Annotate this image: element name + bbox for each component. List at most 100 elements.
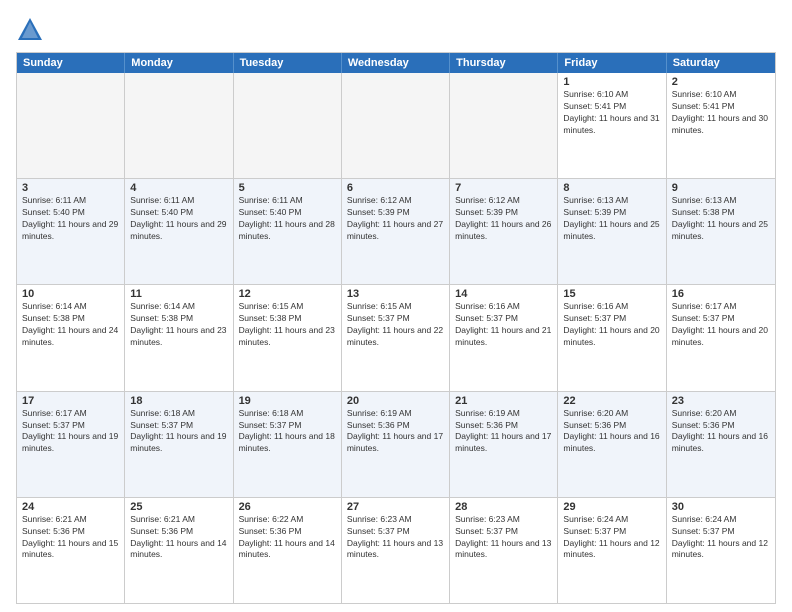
day-info: Sunrise: 6:19 AMSunset: 5:36 PMDaylight:… xyxy=(347,408,444,456)
day-cell-30: 30Sunrise: 6:24 AMSunset: 5:37 PMDayligh… xyxy=(667,498,775,603)
day-info: Sunrise: 6:13 AMSunset: 5:38 PMDaylight:… xyxy=(672,195,770,243)
day-number: 2 xyxy=(672,76,770,88)
day-info: Sunrise: 6:10 AMSunset: 5:41 PMDaylight:… xyxy=(672,89,770,137)
day-cell-13: 13Sunrise: 6:15 AMSunset: 5:37 PMDayligh… xyxy=(342,285,450,390)
day-cell-9: 9Sunrise: 6:13 AMSunset: 5:38 PMDaylight… xyxy=(667,179,775,284)
day-info: Sunrise: 6:12 AMSunset: 5:39 PMDaylight:… xyxy=(455,195,552,243)
day-number: 21 xyxy=(455,395,552,407)
page: SundayMondayTuesdayWednesdayThursdayFrid… xyxy=(0,0,792,612)
day-cell-10: 10Sunrise: 6:14 AMSunset: 5:38 PMDayligh… xyxy=(17,285,125,390)
day-number: 6 xyxy=(347,182,444,194)
day-cell-5: 5Sunrise: 6:11 AMSunset: 5:40 PMDaylight… xyxy=(234,179,342,284)
day-number: 27 xyxy=(347,501,444,513)
day-cell-27: 27Sunrise: 6:23 AMSunset: 5:37 PMDayligh… xyxy=(342,498,450,603)
day-number: 13 xyxy=(347,288,444,300)
day-number: 24 xyxy=(22,501,119,513)
day-cell-4: 4Sunrise: 6:11 AMSunset: 5:40 PMDaylight… xyxy=(125,179,233,284)
empty-cell xyxy=(125,73,233,178)
calendar-row-0: 1 Sunrise: 6:10 AMSunset: 5:41 PMDaylight… xyxy=(17,73,775,178)
day-cell-25: 25Sunrise: 6:21 AMSunset: 5:36 PMDayligh… xyxy=(125,498,233,603)
day-cell-24: 24Sunrise: 6:21 AMSunset: 5:36 PMDayligh… xyxy=(17,498,125,603)
calendar-row-4: 24Sunrise: 6:21 AMSunset: 5:36 PMDayligh… xyxy=(17,497,775,603)
day-number: 18 xyxy=(130,395,227,407)
logo xyxy=(16,16,46,44)
empty-cell xyxy=(450,73,558,178)
calendar-row-3: 17Sunrise: 6:17 AMSunset: 5:37 PMDayligh… xyxy=(17,391,775,497)
day-info: Sunrise: 6:14 AMSunset: 5:38 PMDaylight:… xyxy=(130,301,227,349)
day-cell-3: 3Sunrise: 6:11 AMSunset: 5:40 PMDaylight… xyxy=(17,179,125,284)
empty-cell xyxy=(17,73,125,178)
day-cell-7: 7Sunrise: 6:12 AMSunset: 5:39 PMDaylight… xyxy=(450,179,558,284)
day-cell-22: 22Sunrise: 6:20 AMSunset: 5:36 PMDayligh… xyxy=(558,392,666,497)
day-number: 1 xyxy=(563,76,660,88)
day-number: 3 xyxy=(22,182,119,194)
day-cell-17: 17Sunrise: 6:17 AMSunset: 5:37 PMDayligh… xyxy=(17,392,125,497)
day-cell-26: 26Sunrise: 6:22 AMSunset: 5:36 PMDayligh… xyxy=(234,498,342,603)
header xyxy=(16,16,776,44)
calendar: SundayMondayTuesdayWednesdayThursdayFrid… xyxy=(16,52,776,604)
day-cell-14: 14Sunrise: 6:16 AMSunset: 5:37 PMDayligh… xyxy=(450,285,558,390)
day-number: 28 xyxy=(455,501,552,513)
day-number: 17 xyxy=(22,395,119,407)
day-of-week-sunday: Sunday xyxy=(17,53,125,73)
day-info: Sunrise: 6:12 AMSunset: 5:39 PMDaylight:… xyxy=(347,195,444,243)
day-cell-2: 2Sunrise: 6:10 AMSunset: 5:41 PMDaylight… xyxy=(667,73,775,178)
day-number: 14 xyxy=(455,288,552,300)
calendar-body: 1 Sunrise: 6:10 AMSunset: 5:41 PMDaylight… xyxy=(17,73,775,603)
calendar-row-2: 10Sunrise: 6:14 AMSunset: 5:38 PMDayligh… xyxy=(17,284,775,390)
day-cell-11: 11Sunrise: 6:14 AMSunset: 5:38 PMDayligh… xyxy=(125,285,233,390)
day-info: Sunrise: 6:23 AMSunset: 5:37 PMDaylight:… xyxy=(347,514,444,562)
day-info: Sunrise: 6:19 AMSunset: 5:36 PMDaylight:… xyxy=(455,408,552,456)
day-info: Sunrise: 6:18 AMSunset: 5:37 PMDaylight:… xyxy=(239,408,336,456)
day-number: 15 xyxy=(563,288,660,300)
day-number: 16 xyxy=(672,288,770,300)
day-cell-23: 23Sunrise: 6:20 AMSunset: 5:36 PMDayligh… xyxy=(667,392,775,497)
day-cell-18: 18Sunrise: 6:18 AMSunset: 5:37 PMDayligh… xyxy=(125,392,233,497)
day-info: Sunrise: 6:21 AMSunset: 5:36 PMDaylight:… xyxy=(130,514,227,562)
day-info: Sunrise: 6:13 AMSunset: 5:39 PMDaylight:… xyxy=(563,195,660,243)
day-info: Sunrise: 6:15 AMSunset: 5:37 PMDaylight:… xyxy=(347,301,444,349)
day-number: 29 xyxy=(563,501,660,513)
day-cell-6: 6Sunrise: 6:12 AMSunset: 5:39 PMDaylight… xyxy=(342,179,450,284)
day-number: 9 xyxy=(672,182,770,194)
day-cell-29: 29Sunrise: 6:24 AMSunset: 5:37 PMDayligh… xyxy=(558,498,666,603)
day-info: Sunrise: 6:21 AMSunset: 5:36 PMDaylight:… xyxy=(22,514,119,562)
day-info: Sunrise: 6:14 AMSunset: 5:38 PMDaylight:… xyxy=(22,301,119,349)
day-number: 5 xyxy=(239,182,336,194)
day-cell-20: 20Sunrise: 6:19 AMSunset: 5:36 PMDayligh… xyxy=(342,392,450,497)
day-number: 19 xyxy=(239,395,336,407)
day-info: Sunrise: 6:17 AMSunset: 5:37 PMDaylight:… xyxy=(672,301,770,349)
day-number: 30 xyxy=(672,501,770,513)
day-of-week-tuesday: Tuesday xyxy=(234,53,342,73)
day-number: 20 xyxy=(347,395,444,407)
day-cell-15: 15Sunrise: 6:16 AMSunset: 5:37 PMDayligh… xyxy=(558,285,666,390)
day-info: Sunrise: 6:11 AMSunset: 5:40 PMDaylight:… xyxy=(130,195,227,243)
day-number: 11 xyxy=(130,288,227,300)
day-info: Sunrise: 6:23 AMSunset: 5:37 PMDaylight:… xyxy=(455,514,552,562)
day-number: 26 xyxy=(239,501,336,513)
day-info: Sunrise: 6:24 AMSunset: 5:37 PMDaylight:… xyxy=(672,514,770,562)
day-cell-1: 1Sunrise: 6:10 AMSunset: 5:41 PMDaylight… xyxy=(558,73,666,178)
day-info: Sunrise: 6:16 AMSunset: 5:37 PMDaylight:… xyxy=(563,301,660,349)
day-of-week-thursday: Thursday xyxy=(450,53,558,73)
day-number: 25 xyxy=(130,501,227,513)
day-cell-21: 21Sunrise: 6:19 AMSunset: 5:36 PMDayligh… xyxy=(450,392,558,497)
day-number: 4 xyxy=(130,182,227,194)
day-number: 7 xyxy=(455,182,552,194)
empty-cell xyxy=(234,73,342,178)
day-number: 22 xyxy=(563,395,660,407)
day-info: Sunrise: 6:11 AMSunset: 5:40 PMDaylight:… xyxy=(239,195,336,243)
day-info: Sunrise: 6:16 AMSunset: 5:37 PMDaylight:… xyxy=(455,301,552,349)
empty-cell xyxy=(342,73,450,178)
day-cell-16: 16Sunrise: 6:17 AMSunset: 5:37 PMDayligh… xyxy=(667,285,775,390)
day-info: Sunrise: 6:20 AMSunset: 5:36 PMDaylight:… xyxy=(672,408,770,456)
day-number: 10 xyxy=(22,288,119,300)
day-number: 12 xyxy=(239,288,336,300)
day-cell-19: 19Sunrise: 6:18 AMSunset: 5:37 PMDayligh… xyxy=(234,392,342,497)
day-number: 23 xyxy=(672,395,770,407)
calendar-header: SundayMondayTuesdayWednesdayThursdayFrid… xyxy=(17,53,775,73)
day-cell-8: 8Sunrise: 6:13 AMSunset: 5:39 PMDaylight… xyxy=(558,179,666,284)
logo-icon xyxy=(16,16,44,44)
day-info: Sunrise: 6:15 AMSunset: 5:38 PMDaylight:… xyxy=(239,301,336,349)
calendar-row-1: 3 Sunrise: 6:11 AMSunset: 5:40 PMDaylight… xyxy=(17,178,775,284)
